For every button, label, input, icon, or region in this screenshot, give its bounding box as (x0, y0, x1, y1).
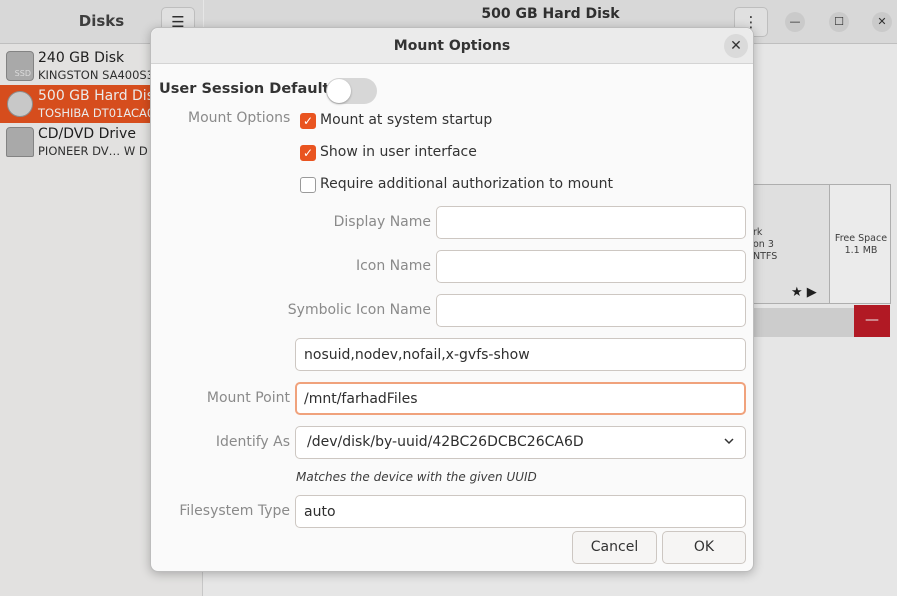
mount-options-label: Mount Options (188, 110, 291, 126)
mount-options-string-input[interactable] (295, 338, 746, 371)
icon-name-input[interactable] (436, 250, 746, 283)
symbolic-icon-name-input[interactable] (436, 294, 746, 327)
identify-as-dropdown[interactable]: /dev/disk/by-uuid/42BC26DCBC26CA6D (295, 426, 746, 459)
icon-name-label: Icon Name (355, 258, 431, 274)
mount-at-startup-checkbox[interactable]: ✓ (300, 113, 316, 129)
user-session-defaults-label: User Session Defaults (159, 81, 339, 97)
mount-point-input[interactable] (295, 382, 746, 415)
dialog-header: Mount Options ✕ (151, 28, 753, 64)
dialog-title: Mount Options (393, 38, 511, 54)
identify-as-value: /dev/disk/by-uuid/42BC26DCBC26CA6D (307, 434, 584, 450)
mount-options-dialog: Mount Options ✕ User Session Defaults Mo… (150, 27, 754, 572)
show-in-ui-label[interactable]: Show in user interface (320, 144, 477, 160)
require-auth-checkbox[interactable] (300, 177, 316, 193)
show-in-ui-checkbox[interactable]: ✓ (300, 145, 316, 161)
user-session-defaults-toggle[interactable] (326, 78, 377, 104)
identify-as-label: Identify As (215, 434, 290, 450)
display-name-label: Display Name (333, 214, 431, 230)
symbolic-icon-name-label: Symbolic Icon Name (287, 302, 431, 318)
identify-as-hint: Matches the device with the given UUID (296, 470, 537, 484)
filesystem-type-input[interactable] (295, 495, 746, 528)
require-auth-label[interactable]: Require additional authorization to moun… (320, 176, 613, 192)
toggle-knob (327, 79, 351, 103)
mount-point-label: Mount Point (206, 390, 290, 406)
display-name-input[interactable] (436, 206, 746, 239)
chevron-down-icon (724, 438, 734, 445)
close-icon[interactable]: ✕ (724, 34, 748, 58)
filesystem-type-label: Filesystem Type (179, 503, 290, 519)
mount-at-startup-label[interactable]: Mount at system startup (320, 112, 492, 128)
cancel-button[interactable]: Cancel (572, 531, 657, 564)
ok-button[interactable]: OK (662, 531, 746, 564)
